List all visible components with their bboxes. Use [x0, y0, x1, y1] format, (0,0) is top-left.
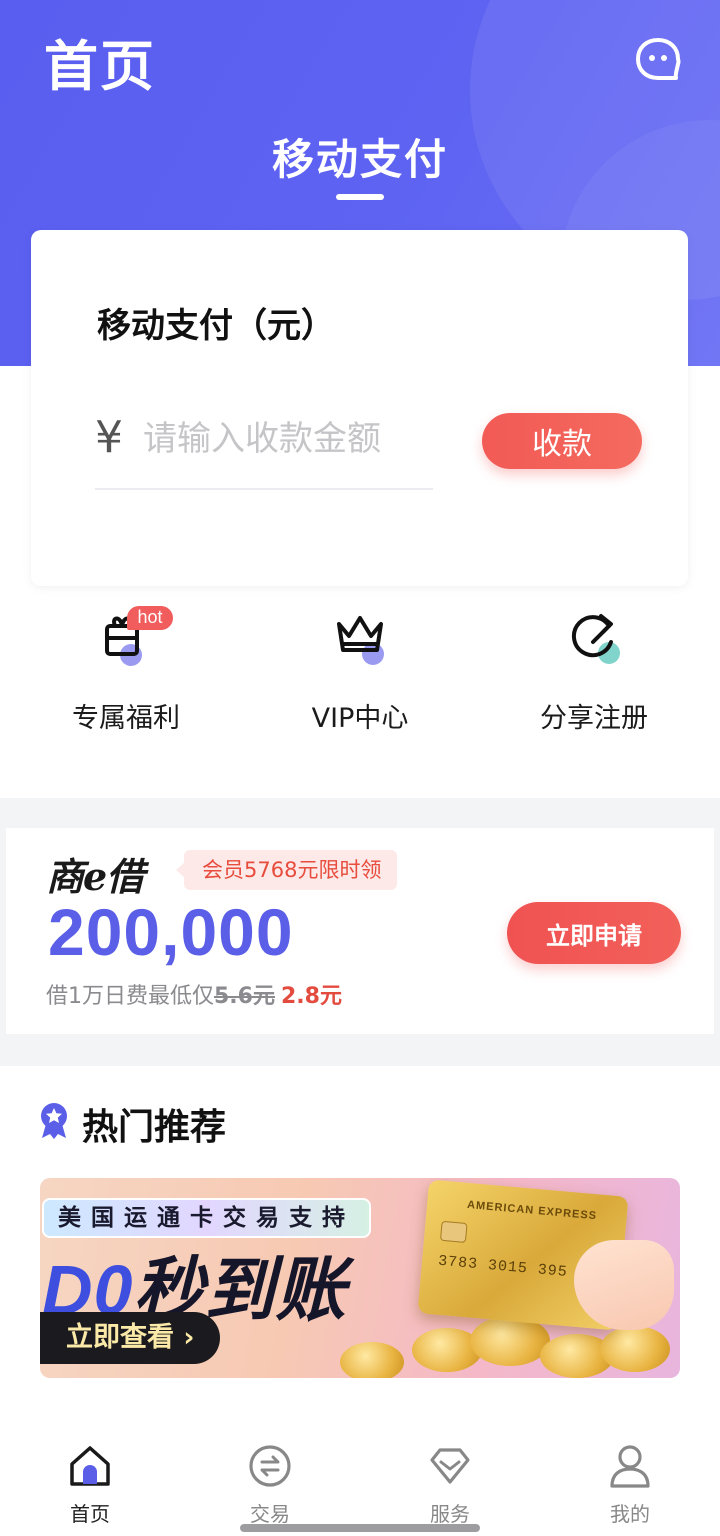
tab-service[interactable]: 服务 — [360, 1442, 540, 1532]
tab-home[interactable]: 首页 — [0, 1442, 180, 1532]
hot-badge: hot — [127, 606, 173, 630]
gift-icon: hot — [91, 602, 173, 672]
section-divider — [714, 828, 720, 1034]
quick-action-share[interactable]: 分享注册 — [474, 600, 714, 750]
loan-promo-tag: 会员5768元限时领 — [175, 850, 398, 890]
section-divider — [0, 798, 720, 828]
badge-star-icon — [38, 1102, 70, 1140]
payment-card-title: 移动支付（元） — [97, 306, 335, 346]
home-indicator[interactable] — [240, 1524, 480, 1532]
bottom-tab-bar: 首页 交易 服务 我的 — [0, 1424, 720, 1536]
loan-promo-card[interactable]: 商e借 会员5768元限时领 200,000 借1万日费最低仅5.6元 2.8元 … — [6, 828, 714, 1034]
user-icon — [610, 1445, 650, 1488]
card-chip — [439, 1220, 468, 1243]
tab-label: 服务 — [430, 1502, 470, 1526]
quick-action-label: VIP中心 — [311, 703, 409, 734]
home-icon — [70, 1446, 110, 1486]
input-underline — [95, 488, 433, 490]
refresh-share-icon — [559, 602, 629, 672]
banner-top-text: 美国运通卡交易支持 — [42, 1198, 371, 1238]
quick-action-label: 分享注册 — [540, 703, 648, 734]
promo-banner[interactable]: 美国运通卡交易支持 D0秒到账 立即查看 › AMERICAN EXPRESS … — [40, 1178, 680, 1378]
message-icon[interactable] — [634, 36, 682, 84]
loan-amount: 200,000 — [48, 895, 294, 969]
card-number: 3783 3015 395 — [437, 1252, 569, 1281]
loan-description: 借1万日费最低仅5.6元 2.8元 — [46, 978, 342, 1010]
tab-label: 首页 — [70, 1502, 110, 1526]
crown-icon — [325, 602, 395, 672]
quick-action-vip[interactable]: VIP中心 — [240, 600, 480, 750]
currency-symbol: ¥ — [95, 412, 123, 463]
collect-button[interactable]: 收款 — [482, 413, 642, 469]
apply-button[interactable]: 立即申请 — [507, 902, 681, 964]
view-now-button[interactable]: 立即查看 › — [40, 1312, 220, 1364]
tab-trade[interactable]: 交易 — [180, 1442, 360, 1532]
payment-card: 移动支付（元） ¥ 收款 — [31, 230, 688, 586]
loan-logo: 商e借 — [46, 854, 144, 899]
loan-new-price: 2.8元 — [280, 984, 342, 1009]
section-divider — [0, 1034, 720, 1066]
page-title: 首页 — [44, 35, 156, 98]
quick-action-benefits[interactable]: hot 专属福利 — [6, 600, 246, 750]
section-title: 热门推荐 — [82, 1107, 227, 1148]
diamond-icon — [430, 1448, 470, 1484]
tab-mine[interactable]: 我的 — [540, 1442, 720, 1532]
card-brand: AMERICAN EXPRESS — [466, 1198, 598, 1223]
tab-mobile-pay[interactable]: 移动支付 — [0, 126, 720, 187]
tab-active-indicator — [336, 194, 384, 200]
loan-old-price: 5.6元 — [214, 984, 275, 1009]
amount-input[interactable] — [143, 414, 433, 464]
tab-label: 交易 — [250, 1502, 290, 1526]
tab-label: 我的 — [610, 1502, 650, 1526]
hand-illustration — [574, 1240, 674, 1330]
quick-action-label: 专属福利 — [72, 703, 180, 734]
loan-desc-text: 借1万日费最低仅 — [46, 984, 214, 1009]
exchange-icon — [249, 1445, 291, 1487]
